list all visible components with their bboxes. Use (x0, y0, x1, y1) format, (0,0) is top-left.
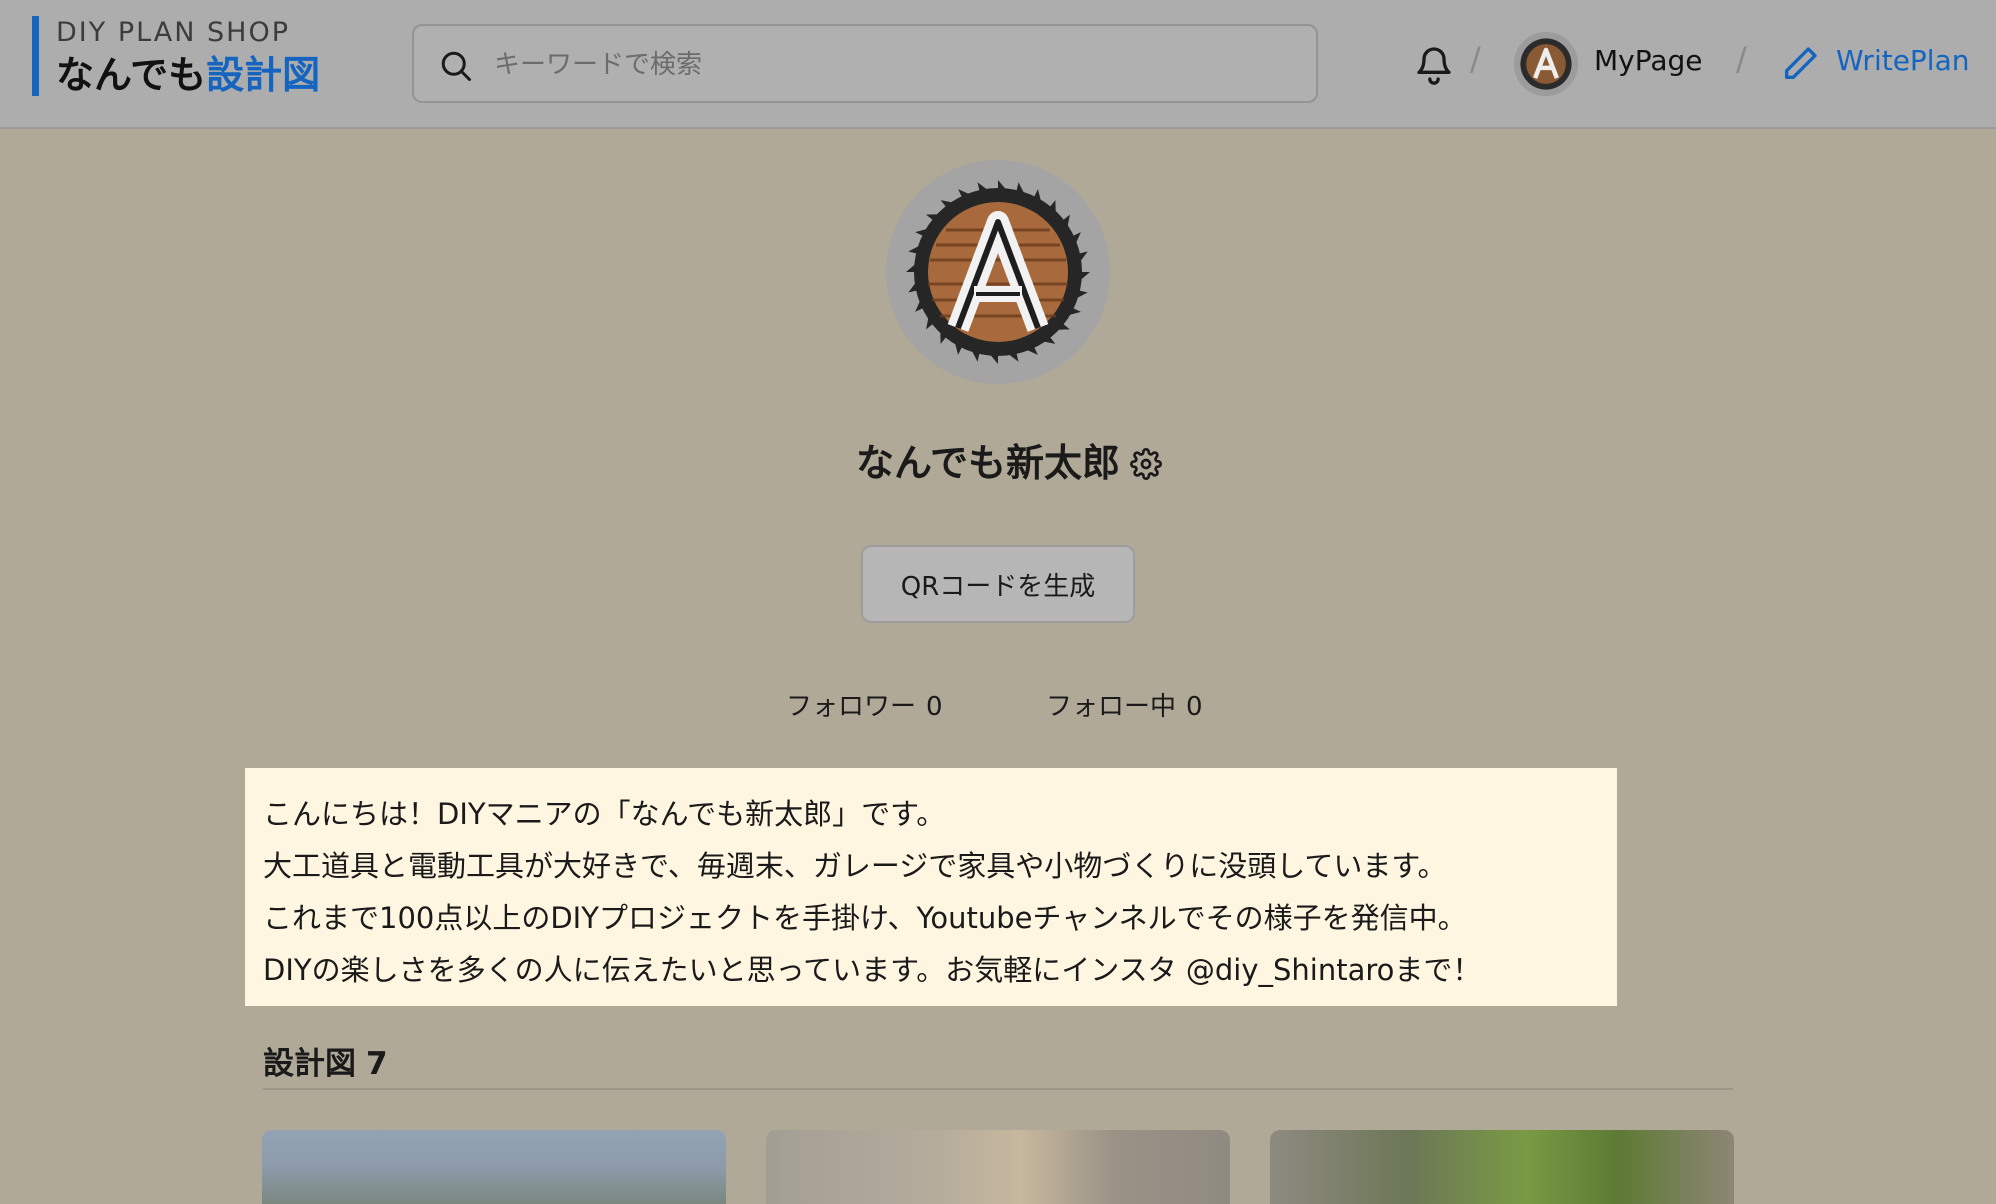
following-link[interactable]: フォロー中 0 (1046, 686, 1203, 723)
search-icon (441, 51, 471, 81)
logo-title-part1: なんでも (56, 53, 207, 97)
pencil-icon[interactable] (1780, 44, 1820, 84)
plans-count: 7 (366, 1046, 388, 1082)
bio-line: 大工道具と電動工具が大好きで、毎週末、ガレージで家具や小物づくりに没頭しています… (263, 849, 1447, 883)
site-logo[interactable]: DIY PLAN SHOP なんでも設計図 (32, 16, 320, 97)
saw-blade-logo-icon (886, 160, 1110, 384)
plan-card-thumbnail[interactable] (766, 1130, 1230, 1204)
writeplan-link[interactable]: WritePlan (1836, 44, 1970, 77)
bio-line: こんにちは！DIYマニアの「なんでも新太郎」です。 (263, 797, 946, 831)
bell-icon[interactable] (1414, 42, 1454, 86)
logo-subtitle: DIY PLAN SHOP (56, 17, 290, 48)
logo-accent-bar (32, 16, 39, 96)
plan-card-thumbnail[interactable] (1270, 1130, 1734, 1204)
profile-name: なんでも新太郎 (0, 432, 1996, 487)
top-header: DIY PLAN SHOP なんでも設計図 / MyPage / WritePl… (0, 0, 1996, 129)
avatar-logo-icon (1514, 32, 1578, 96)
profile-bio: こんにちは！DIYマニアの「なんでも新太郎」です。 大工道具と電動工具が大好きで… (245, 768, 1617, 1006)
followers-link[interactable]: フォロワー 0 (786, 686, 943, 723)
bio-line: これまで100点以上のDIYプロジェクトを手掛け、Youtubeチャンネルでその… (263, 901, 1467, 935)
following-label: フォロー中 (1046, 692, 1177, 722)
followers-count: 0 (926, 692, 943, 722)
profile-avatar (886, 160, 1110, 384)
search-box[interactable] (412, 24, 1318, 103)
following-count: 0 (1186, 692, 1203, 722)
user-avatar-small[interactable] (1514, 32, 1578, 96)
plans-heading-label: 設計図 (263, 1046, 356, 1082)
followers-label: フォロワー (786, 692, 917, 722)
header-separator: / (1470, 40, 1481, 78)
profile-name-text: なんでも新太郎 (855, 441, 1121, 485)
plan-card-thumbnail[interactable] (262, 1130, 726, 1204)
generate-qr-button[interactable]: QRコードを生成 (861, 545, 1135, 623)
plans-section-title: 設計図 7 (263, 1038, 388, 1083)
gear-icon[interactable] (1130, 448, 1162, 480)
mypage-link[interactable]: MyPage (1594, 44, 1703, 77)
logo-title: なんでも設計図 (56, 50, 320, 100)
section-divider (263, 1088, 1733, 1090)
logo-title-part2: 設計図 (206, 53, 321, 97)
search-input[interactable] (494, 40, 1294, 90)
bio-line: DIYの楽しさを多くの人に伝えたいと思っています。お気軽にインスタ @diy_S… (263, 953, 1482, 987)
header-separator: / (1736, 40, 1747, 78)
